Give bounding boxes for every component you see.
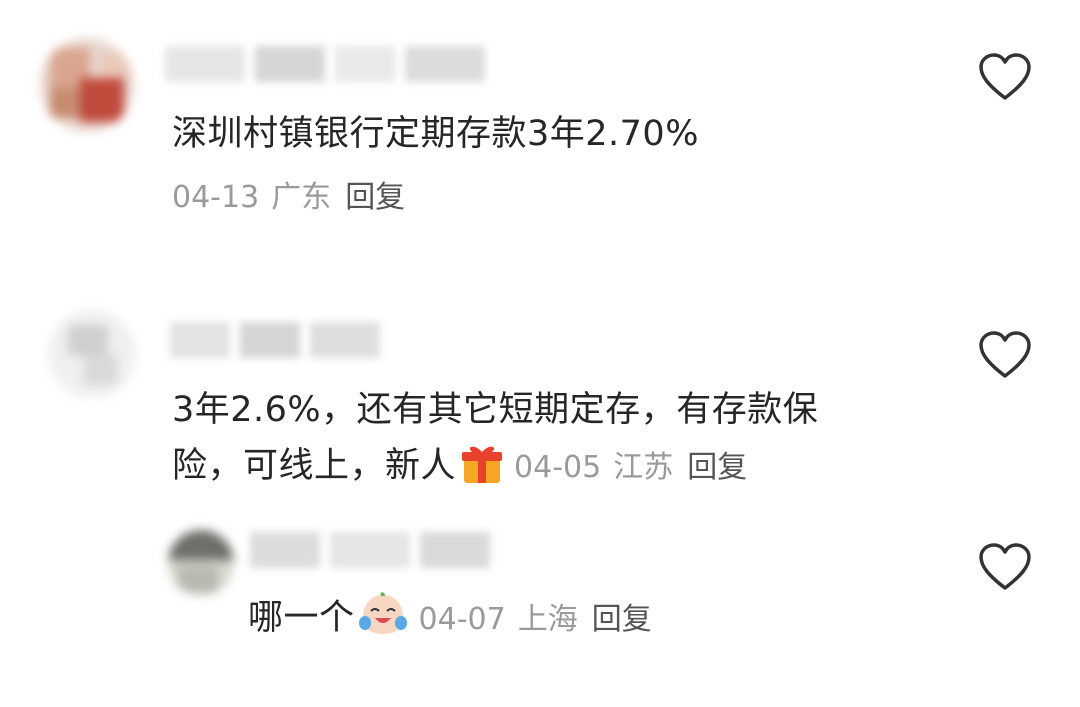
comment-meta: 04-13 广东 回复 [172,178,405,218]
comment-item: 3年2.6%，还有其它短期定存，有存款保 险，可线上，新人 04-05 江苏 回复 [0,290,1080,510]
gift-emoji-icon [462,446,503,483]
reply-item: 哪一个 04-07 上海 回复 [0,520,1080,707]
crying-laughing-emoji-icon [358,592,407,634]
comment-location: 江苏 [613,450,674,485]
comment-item: 深圳村镇银行定期存款3年2.70% 04-13 广东 回复 [0,0,1080,260]
username[interactable] [250,532,490,568]
avatar[interactable] [168,530,234,596]
comment-text: 哪一个 04-07 上海 回复 [248,590,652,648]
comment-text-segment: 险，可线上，新人 [172,446,457,486]
like-heart-icon[interactable] [978,542,1032,592]
comment-meta: 04-05 江苏 回复 [514,450,747,485]
avatar[interactable] [48,310,136,398]
username[interactable] [170,322,380,358]
reply-button[interactable]: 回复 [687,450,747,485]
username[interactable] [165,46,485,82]
reply-button[interactable]: 回复 [592,602,652,637]
comment-text-line: 3年2.6%，还有其它短期定存，有存款保 [172,390,819,430]
comment-text-segment: 哪一个 [248,598,355,638]
reply-button[interactable]: 回复 [345,180,405,215]
like-heart-icon[interactable] [978,330,1032,380]
comment-date: 04-07 [418,602,506,637]
comment-text-line: 险，可线上，新人 04-05 江苏 回复 [172,438,818,496]
comment-date: 04-13 [172,180,260,215]
comment-date: 04-05 [514,450,602,485]
like-heart-icon[interactable] [978,52,1032,102]
comment-text: 深圳村镇银行定期存款3年2.70% [172,114,699,154]
comment-text: 3年2.6%，还有其它短期定存，有存款保 险，可线上，新人 04-05 江苏 回复 [172,382,818,496]
avatar[interactable] [40,38,134,132]
comment-location: 上海 [517,602,578,637]
comment-location: 广东 [271,180,332,215]
comment-meta: 04-07 上海 回复 [419,602,652,637]
